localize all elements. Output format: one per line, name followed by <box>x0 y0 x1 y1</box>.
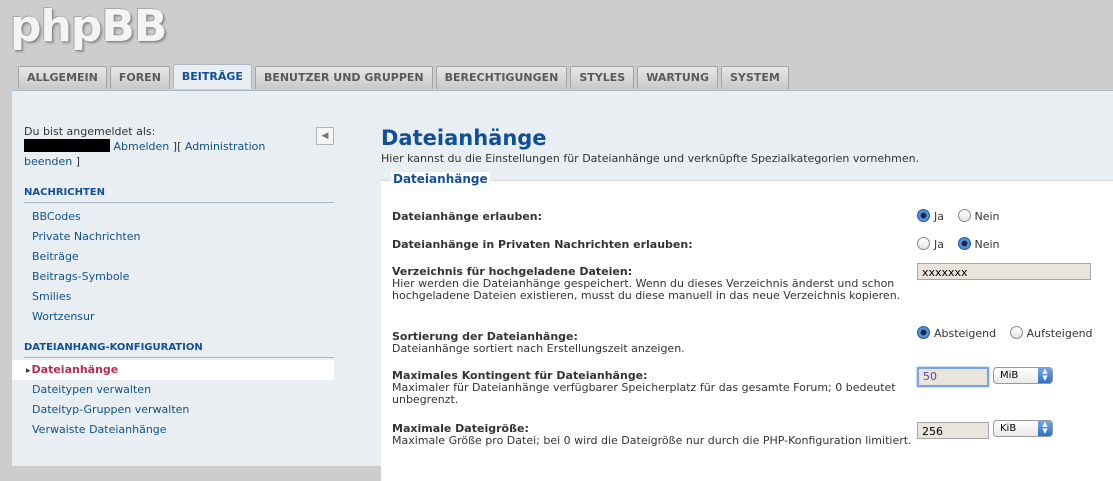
logout-link[interactable]: Abmelden <box>114 140 170 153</box>
max-filesize-input[interactable]: 256 <box>917 422 989 439</box>
explain-max-filesize: Maximale Größe pro Datei; bei 0 wird die… <box>392 434 912 447</box>
label-allow-attachments: Dateianhänge erlauben: <box>392 210 543 223</box>
tab-allgemein[interactable]: ALLGEMEIN <box>18 66 107 89</box>
radio-pm-no-label: Nein <box>974 238 1000 251</box>
menu-item-bbcodes[interactable]: BBCodes <box>12 207 334 227</box>
main-content: Dateianhänge Hier kannst du die Einstell… <box>381 124 1113 481</box>
admin-tabs: ALLGEMEIN FOREN BEITRÄGE BENUTZER UND GR… <box>18 64 792 90</box>
tab-wartung[interactable]: WARTUNG <box>637 66 718 89</box>
menu-item-wortzensur[interactable]: Wortzensur <box>12 307 334 327</box>
fieldset-legend: Dateianhänge <box>391 172 490 186</box>
login-separator: ][ <box>169 140 185 153</box>
explain-attachment-quota: Maximaler für Dateianhänge verfügbarer S… <box>392 381 896 406</box>
radio-allow-no-label: Nein <box>974 210 1000 223</box>
max-filesize-unit-select[interactable]: KiB ▲ ▼ <box>993 420 1053 437</box>
radio-unchecked-icon <box>957 209 971 222</box>
radio-sort-desc-label: Absteigend <box>934 327 997 340</box>
tab-berechtigungen[interactable]: BERECHTIGUNGEN <box>435 66 568 89</box>
radio-allow-yes[interactable]: Ja <box>917 209 944 223</box>
attachment-quota-unit-value: MiB <box>1000 370 1019 381</box>
radio-pm-no[interactable]: Nein <box>957 237 1000 251</box>
radio-pm-yes[interactable]: Ja <box>917 237 944 251</box>
attachment-quota-input[interactable]: 50 <box>917 367 989 387</box>
radio-checked-icon <box>917 209 930 222</box>
radio-sort-desc[interactable]: Absteigend <box>917 326 996 340</box>
tab-styles[interactable]: STYLES <box>570 66 635 89</box>
radio-checked-icon <box>957 237 971 250</box>
phpbb-logo: phpBB <box>10 1 167 52</box>
radio-checked-icon <box>917 326 930 339</box>
menu-item-dateitypen-verwalten[interactable]: Dateitypen verwalten <box>12 380 334 400</box>
explain-upload-directory: Hier werden die Dateianhänge gespeichert… <box>392 277 901 302</box>
tab-foren[interactable]: FOREN <box>109 66 170 89</box>
menu-item-beitraege[interactable]: Beiträge <box>12 247 334 267</box>
select-arrows-icon: ▲ ▼ <box>1038 368 1052 383</box>
max-filesize-unit-value: KiB <box>1000 423 1017 434</box>
login-close: ] <box>72 155 81 168</box>
menu-section-nachrichten: NACHRICHTEN <box>24 186 334 203</box>
menu-item-smilies[interactable]: Smilies <box>12 287 334 307</box>
end-admin-link-2[interactable]: beenden <box>24 155 72 168</box>
menu-item-private-nachrichten[interactable]: Private Nachrichten <box>12 227 334 247</box>
menu-item-beitrags-symbole[interactable]: Beitrags-Symbole <box>12 267 334 287</box>
login-prefix: Du bist angemeldet als: <box>24 125 156 138</box>
radio-allow-no[interactable]: Nein <box>957 209 1000 223</box>
page-description: Hier kannst du die Einstellungen für Dat… <box>381 152 920 165</box>
menu-section-dateianhang-konfiguration: DATEIANHANG-KONFIGURATION <box>24 341 334 358</box>
explain-attachment-sort: Dateianhänge sortiert nach Erstellungsze… <box>392 342 685 355</box>
radio-pm-yes-label: Ja <box>934 238 944 251</box>
tab-system[interactable]: SYSTEM <box>721 66 789 89</box>
login-info: Du bist angemeldet als: Abmelden ][ Admi… <box>12 124 334 169</box>
label-allow-pm-attachments: Dateianhänge in Privaten Nachrichten erl… <box>392 238 693 251</box>
tab-beitraege[interactable]: BEITRÄGE <box>172 64 252 89</box>
upload-directory-input[interactable]: xxxxxxx <box>917 263 1091 280</box>
select-arrows-icon: ▲ ▼ <box>1038 421 1052 436</box>
attachment-quota-unit-select[interactable]: MiB ▲ ▼ <box>993 367 1053 384</box>
tab-benutzer-und-gruppen[interactable]: BENUTZER UND GRUPPEN <box>254 66 433 89</box>
settings-fieldset: Dateianhänge Dateianhänge erlauben: Ja N… <box>381 172 1113 481</box>
radio-unchecked-icon <box>917 237 930 250</box>
redacted-username <box>24 139 110 152</box>
radio-allow-yes-label: Ja <box>934 210 944 223</box>
page-title: Dateianhänge <box>381 126 547 150</box>
end-admin-link[interactable]: Administration <box>185 140 266 153</box>
menu-item-dateianhaenge[interactable]: Dateianhänge <box>12 360 334 380</box>
sidebar: Du bist angemeldet als: Abmelden ][ Admi… <box>12 124 334 440</box>
radio-sort-asc-label: Aufsteigend <box>1026 327 1093 340</box>
radio-sort-asc[interactable]: Aufsteigend <box>1009 326 1093 340</box>
radio-unchecked-icon <box>1009 326 1023 339</box>
menu-item-dateityp-gruppen-verwalten[interactable]: Dateityp-Gruppen verwalten <box>12 400 334 420</box>
menu-item-verwaiste-dateianhaenge[interactable]: Verwaiste Dateianhänge <box>12 420 334 440</box>
